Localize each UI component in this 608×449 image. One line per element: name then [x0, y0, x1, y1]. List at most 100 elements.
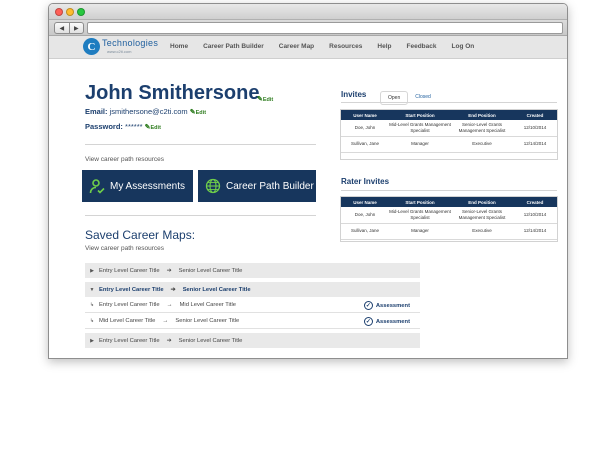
site-header: C Technologies www.c2ti.com Home Career …: [49, 36, 567, 59]
profile-name: John Smithersone: [85, 82, 260, 104]
logo-mark-icon: C: [83, 38, 100, 55]
page-content: John Smithersone ✎Edit Email: jsmitherso…: [49, 60, 567, 358]
career-map-row[interactable]: ▶ Entry Level Career Title ➔ Senior Leve…: [85, 263, 420, 278]
check-circle-icon: ✓: [363, 317, 373, 326]
arrow-right-icon: ➔: [170, 287, 176, 293]
career-map-step-row: ↳ Mid Level Career Title → Senior Level …: [85, 314, 420, 329]
column-header: User Name: [341, 197, 389, 207]
edit-email-link[interactable]: ✎Edit: [190, 109, 207, 116]
cell-user: Sullivan, Jane: [341, 223, 389, 240]
edit-name-link[interactable]: ✎Edit: [257, 95, 273, 103]
logo-name: Technologies: [102, 38, 159, 48]
password-row: Password: ****** ✎Edit: [85, 122, 161, 131]
table-header-row: User Name Start Position End Position Cr…: [341, 197, 557, 207]
nav-resources[interactable]: Resources: [329, 43, 362, 50]
browser-toolbar: ◀ ▶: [49, 20, 567, 36]
caret-down-icon: ▼: [89, 286, 95, 293]
map-from: Entry Level Career Title: [99, 267, 160, 274]
cell-user: Sullivan, Jane: [341, 136, 389, 153]
minimize-window-button[interactable]: [66, 8, 74, 16]
column-header: User Name: [341, 110, 389, 120]
cell-created: 12/14/2014: [513, 223, 557, 240]
edit-label: Edit: [195, 110, 207, 116]
table-row[interactable]: Sullivan, Jane Manager Executive 12/14/2…: [341, 136, 557, 153]
career-map-row[interactable]: ▶ Entry Level Career Title ➔ Senior Leve…: [85, 333, 420, 348]
zoom-window-button[interactable]: [77, 8, 85, 16]
address-bar[interactable]: [87, 22, 563, 34]
cell-end: Senior-Level Grants Management Specialis…: [451, 207, 513, 224]
table-row[interactable]: Doe, John Mid-Level Grants Management Sp…: [341, 120, 557, 137]
logo-url: www.c2ti.com: [107, 49, 132, 54]
my-assessments-button[interactable]: My Assessments: [82, 170, 193, 202]
email-label: Email:: [85, 107, 108, 116]
divider: [85, 144, 316, 145]
divider: [341, 190, 557, 191]
cell-end: Senior-Level Grants Management Specialis…: [451, 120, 513, 137]
table-row[interactable]: Doe, John Mid-Level Grants Management Sp…: [341, 207, 557, 224]
career-map-row-expanded[interactable]: ▼ Entry Level Career Title ➔ Senior Leve…: [85, 282, 420, 297]
cell-end: Executive: [451, 136, 513, 153]
return-arrow-icon: ↳: [89, 318, 95, 324]
user-check-icon: [89, 178, 105, 194]
column-header: Start Position: [389, 197, 451, 207]
view-resources-link[interactable]: View career path resources: [85, 156, 164, 163]
assessment-label: Assessment: [375, 302, 410, 309]
cell-created: 12/10/2014: [513, 207, 557, 224]
nav-log-on[interactable]: Log On: [452, 43, 475, 50]
invites-table: User Name Start Position End Position Cr…: [341, 110, 557, 153]
divider: [85, 215, 316, 216]
globe-icon: [205, 178, 221, 194]
close-window-button[interactable]: [55, 8, 63, 16]
column-header: Start Position: [389, 110, 451, 120]
browser-window: ◀ ▶ C Technologies www.c2ti.com Home Car…: [48, 3, 568, 359]
map-to: Senior Level Career Title: [178, 337, 243, 344]
map-from: Entry Level Career Title: [99, 286, 164, 293]
caret-right-icon: ▶: [90, 267, 94, 274]
cell-user: Doe, John: [341, 207, 389, 224]
assessment-link[interactable]: ✓ Assessment: [363, 317, 410, 326]
nav-career-map[interactable]: Career Map: [279, 43, 314, 50]
step-to: Senior Level Career Title: [175, 318, 240, 324]
nav-help[interactable]: Help: [377, 43, 391, 50]
edit-label: Edit: [150, 125, 161, 131]
nav-career-path-builder[interactable]: Career Path Builder: [203, 43, 264, 50]
email-row: Email: jsmithersone@c2ti.com ✎Edit: [85, 107, 206, 116]
company-logo[interactable]: C Technologies www.c2ti.com: [83, 38, 163, 56]
career-path-builder-label: Career Path Builder: [226, 180, 314, 192]
arrow-right-icon: →: [166, 302, 173, 308]
divider: [341, 102, 557, 103]
cell-start: Mid-Level Grants Management Specialist: [389, 207, 451, 224]
map-to: Senior Level Career Title: [182, 286, 251, 293]
column-header: Created: [513, 197, 557, 207]
arrow-right-icon: ➔: [166, 338, 172, 344]
window-titlebar: [49, 4, 567, 20]
nav-feedback[interactable]: Feedback: [407, 43, 437, 50]
step-from: Entry Level Career Title: [99, 302, 160, 308]
rater-invites-table: User Name Start Position End Position Cr…: [341, 197, 557, 240]
rater-invites-title: Rater Invites: [341, 177, 390, 186]
main-menu: Home Career Path Builder Career Map Reso…: [170, 43, 489, 50]
nav-home[interactable]: Home: [170, 43, 188, 50]
check-circle-icon: ✓: [363, 301, 373, 310]
password-value: ******: [125, 122, 143, 131]
cell-end: Executive: [451, 223, 513, 240]
career-path-builder-button[interactable]: Career Path Builder: [198, 170, 316, 202]
forward-arrow-icon[interactable]: ▶: [68, 23, 84, 33]
column-header: End Position: [451, 197, 513, 207]
arrow-right-icon: ➔: [166, 268, 172, 274]
edit-password-link[interactable]: ✎Edit: [145, 124, 161, 131]
map-from: Entry Level Career Title: [99, 337, 160, 344]
cell-created: 12/14/2014: [513, 136, 557, 153]
caret-right-icon: ▶: [90, 337, 94, 344]
saved-maps-subtitle[interactable]: View career path resources: [85, 245, 164, 252]
my-assessments-label: My Assessments: [110, 180, 186, 192]
assessment-link[interactable]: ✓ Assessment: [363, 301, 410, 310]
map-to: Senior Level Career Title: [178, 267, 243, 274]
password-label: Password:: [85, 122, 123, 131]
cell-user: Doe, John: [341, 120, 389, 137]
edit-label: Edit: [262, 97, 274, 103]
back-arrow-icon[interactable]: ◀: [55, 23, 69, 33]
history-buttons: ◀ ▶: [54, 22, 84, 34]
invites-title: Invites: [341, 90, 367, 99]
table-row[interactable]: Sullivan, Jane Manager Executive 12/14/2…: [341, 223, 557, 240]
